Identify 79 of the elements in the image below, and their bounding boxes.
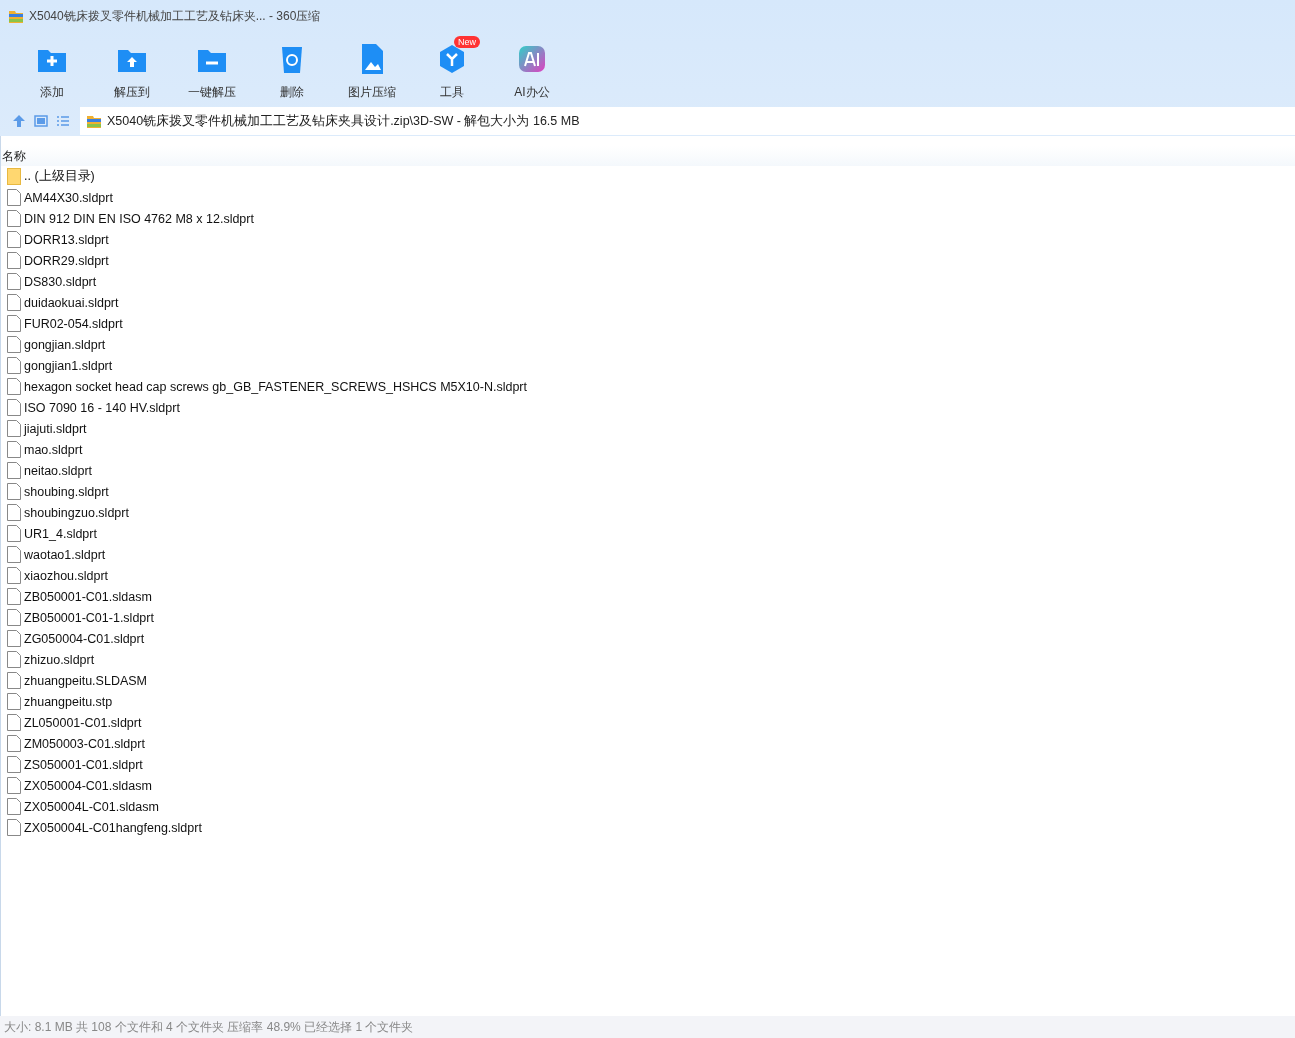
file-name[interactable]: ZX050004-C01.sldasm [24,778,152,793]
file-name[interactable]: gongjian.sldprt [24,337,106,352]
file-name[interactable]: FUR02-054.sldprt [24,316,123,331]
file-icon [7,336,21,353]
file-name[interactable]: DORR13.sldprt [24,232,109,247]
file-name[interactable]: zhuangpeitu.stp [24,694,113,709]
file-icon [7,441,21,458]
file-name[interactable]: ZG050004-C01.sldprt [24,631,145,646]
file-name[interactable]: gongjian1.sldprt [24,358,113,373]
file-icon [7,462,21,479]
file-name[interactable]: ZL050001-C01.sldprt [24,715,142,730]
file-icon [7,777,21,794]
toolbar-button[interactable]: 删除 [252,38,332,106]
archive-icon [8,8,24,24]
toolbar-button[interactable]: 添加 [12,38,92,106]
file-icon [7,483,21,500]
file-name[interactable]: .. (上级目录) [24,168,95,185]
archive-icon [86,113,102,129]
file-name[interactable]: DIN 912 DIN EN ISO 4762 M8 x 12.sldprt [24,211,254,226]
toolbar-button[interactable]: 一键解压 [172,38,252,106]
file-icon [7,798,21,815]
toolbar-button[interactable]: AI办公 [492,38,572,106]
file-icon [7,357,21,374]
status-text: 大小: 8.1 MB 共 108 个文件和 4 个文件夹 压缩率 48.9% 已经选择 1 个文件夹 [4,1018,414,1036]
file-icon [7,672,21,689]
file-name[interactable]: xiaozhou.sldprt [24,568,109,583]
file-icon [7,756,21,773]
file-name[interactable]: zhizuo.sldprt [24,652,95,667]
file-name[interactable]: ZB050001-C01-1.sldprt [24,610,154,625]
toolbar-button[interactable]: 解压到 [92,38,172,106]
file-name[interactable]: ISO 7090 16 - 140 HV.sldprt [24,400,180,415]
file-name[interactable]: DS830.sldprt [24,274,97,289]
file-icon [7,504,21,521]
file-name[interactable]: zhuangpeitu.SLDASM [24,673,147,688]
file-icon [7,315,21,332]
file-icon [7,525,21,542]
file-name[interactable]: ZS050001-C01.sldprt [24,757,143,772]
file-name[interactable]: hexagon socket head cap screws gb_GB_FASTENER_SCREWS_HSHCS M5X10-N.sldprt [24,379,527,394]
file-icon [7,420,21,437]
file-name[interactable]: ZB050001-C01.sldasm [24,589,152,604]
window-title: X5040铣床拨叉零件机械加工工艺及钻床夹... - 360压缩 [29,7,321,25]
file-icon [7,189,21,206]
file-icon [7,714,21,731]
file-name[interactable]: duidaokuai.sldprt [24,295,119,310]
file-icon [7,819,21,836]
file-name[interactable]: waotao1.sldprt [24,547,106,562]
file-icon [7,651,21,668]
file-name[interactable]: jiajuti.sldprt [24,421,87,436]
file-name[interactable]: ZM050003-C01.sldprt [24,736,145,751]
file-icon [7,567,21,584]
file-name[interactable]: shoubingzuo.sldprt [24,505,129,520]
file-name[interactable]: neitao.sldprt [24,463,93,478]
file-icon [7,252,21,269]
file-name[interactable]: mao.sldprt [24,442,83,457]
folder-icon [7,168,21,185]
file-name[interactable]: AM44X30.sldprt [24,190,113,205]
file-icon [7,273,21,290]
file-icon [7,399,21,416]
column-header[interactable]: 名称 [1,147,26,165]
thumbnail-view-button[interactable] [32,112,50,130]
file-icon [7,231,21,248]
file-icon [7,735,21,752]
file-icon [7,294,21,311]
toolbar-button[interactable]: New 工具 [412,38,492,106]
address-field[interactable]: X5040铣床拨叉零件机械加工工艺及钻床夹具设计.zip\3D-SW - 解包大小为 16.5 MB [80,107,1295,135]
file-icon [7,693,21,710]
new-badge: New [454,36,480,48]
file-name[interactable]: ZX050004L-C01hangfeng.sldprt [24,820,202,835]
file-icon [7,588,21,605]
file-name[interactable]: ZX050004L-C01.sldasm [24,799,159,814]
file-icon [7,630,21,647]
file-icon [7,210,21,227]
file-icon [7,378,21,395]
file-icon [7,546,21,563]
file-name[interactable]: UR1_4.sldprt [24,526,97,541]
file-name[interactable]: DORR29.sldprt [24,253,109,268]
file-icon [7,609,21,626]
file-name[interactable]: shoubing.sldprt [24,484,109,499]
toolbar-button[interactable]: 图片压缩 [332,38,412,106]
